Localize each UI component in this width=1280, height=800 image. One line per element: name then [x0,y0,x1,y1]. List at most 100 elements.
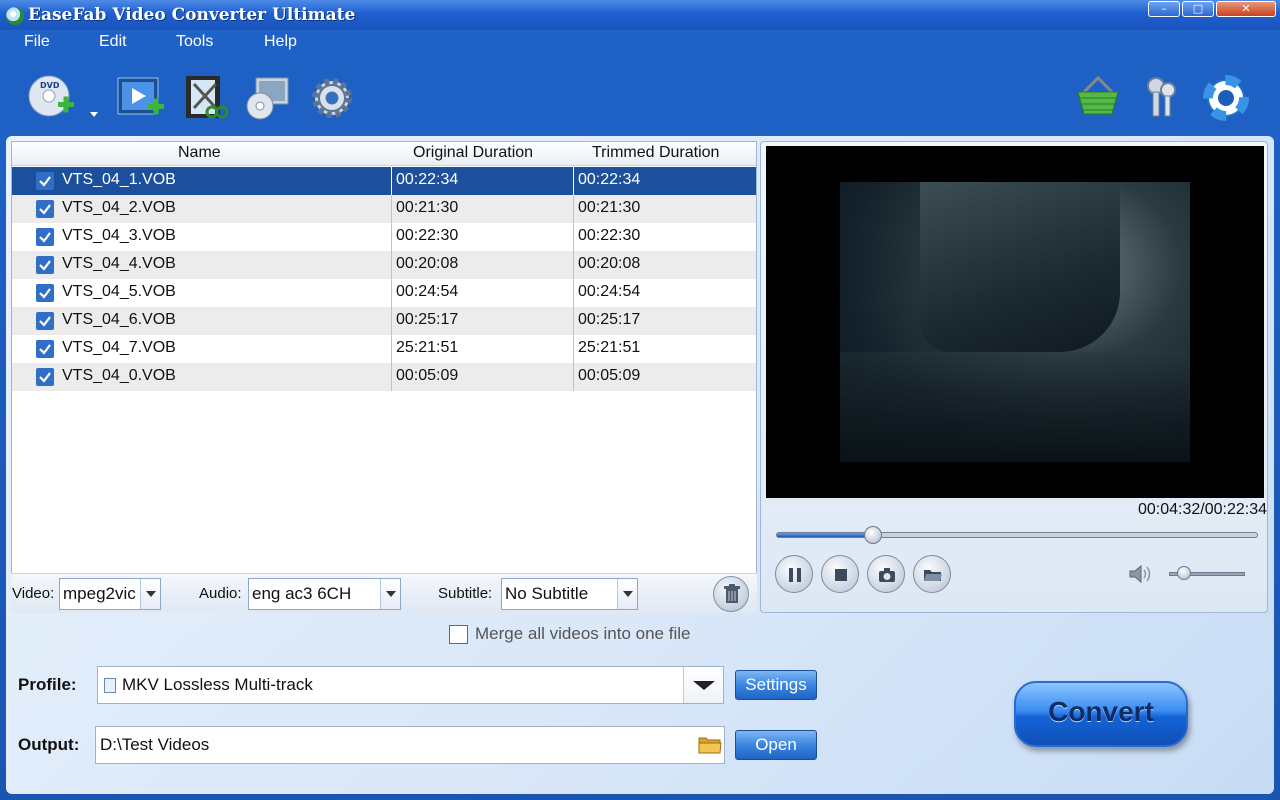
file-name-cell: VTS_04_7.VOB [62,339,176,356]
row-checkbox[interactable] [36,172,54,190]
close-button[interactable]: ✕ [1216,1,1276,17]
output-path-value: D:\Test Videos [100,735,210,754]
profile-select[interactable]: MKV Lossless Multi-track [97,666,724,704]
shop-basket-icon[interactable] [1074,74,1124,122]
minimize-button[interactable]: – [1148,1,1180,17]
table-row[interactable]: VTS_04_3.VOB 00:22:30 00:22:30 [12,223,756,251]
column-trimmed-duration-header[interactable]: Trimmed Duration [592,144,719,162]
original-duration-cell: 00:22:34 [396,171,459,188]
window-title: EaseFab Video Converter Ultimate [28,5,356,25]
track-selector-bar: Video: mpeg2vic Audio: eng ac3 6CH Subti… [11,573,757,613]
table-row[interactable]: VTS_04_0.VOB 00:05:09 00:05:09 [12,363,756,391]
settings-gear-icon[interactable] [308,74,358,122]
subtitle-select[interactable]: No Subtitle [501,578,638,610]
trimmed-duration-cell: 00:22:30 [578,227,641,244]
help-lifebuoy-icon[interactable] [1202,74,1252,122]
table-row[interactable]: VTS_04_4.VOB 00:20:08 00:20:08 [12,251,756,279]
stop-button[interactable] [821,555,859,593]
column-divider [573,251,574,279]
pause-button[interactable] [775,555,813,593]
menu-tools[interactable]: Tools [176,33,213,51]
column-original-duration-header[interactable]: Original Duration [413,144,533,162]
column-divider [391,251,392,279]
trimmed-duration-cell: 00:22:34 [578,171,641,188]
delete-trash-icon[interactable] [713,576,749,612]
original-duration-cell: 00:05:09 [396,367,459,384]
column-divider [573,335,574,363]
seek-thumb[interactable] [864,526,883,544]
chevron-down-icon[interactable] [380,579,400,609]
original-duration-cell: 00:25:17 [396,311,459,328]
menu-edit[interactable]: Edit [99,33,127,51]
maximize-button[interactable]: □ [1182,1,1214,17]
chevron-down-icon[interactable] [140,579,160,609]
load-dvd-icon[interactable]: DVD [26,74,76,122]
column-divider [573,223,574,251]
original-duration-cell: 00:20:08 [396,255,459,272]
file-name-cell: VTS_04_6.VOB [62,311,176,328]
column-divider [573,279,574,307]
table-row[interactable]: VTS_04_2.VOB 00:21:30 00:21:30 [12,195,756,223]
column-divider [573,195,574,223]
row-checkbox[interactable] [36,256,54,274]
seek-slider[interactable] [776,526,1258,544]
output-path-field[interactable]: D:\Test Videos [95,726,725,764]
chevron-down-icon[interactable] [683,667,723,703]
row-checkbox[interactable] [36,368,54,386]
table-row[interactable]: VTS_04_5.VOB 00:24:54 00:24:54 [12,279,756,307]
video-preview[interactable] [766,146,1264,498]
snapshot-camera-icon[interactable] [867,555,905,593]
row-checkbox[interactable] [36,200,54,218]
convert-button[interactable]: Convert [1014,681,1188,747]
audio-track-value: eng ac3 6CH [252,584,352,603]
toolbar: DVD [0,56,1280,136]
menu-bar: File Edit Tools Help [0,30,1280,56]
settings-button[interactable]: Settings [735,670,817,700]
dvd-dropdown-icon[interactable] [86,74,102,122]
video-frame [840,182,1190,462]
edit-video-icon[interactable] [182,74,232,122]
table-row[interactable]: VTS_04_1.VOB 00:22:34 00:22:34 [12,167,756,195]
row-checkbox[interactable] [36,312,54,330]
browse-folder-icon[interactable] [698,735,722,755]
column-name-header[interactable]: Name [178,144,221,162]
original-duration-cell: 00:24:54 [396,283,459,300]
profile-label: Profile: [18,675,77,694]
output-label: Output: [18,735,80,754]
original-duration-cell: 00:21:30 [396,199,459,216]
menu-file[interactable]: File [24,33,50,51]
seek-progress [777,533,874,537]
row-checkbox[interactable] [36,284,54,302]
playback-timecode: 00:04:32/00:22:34 [1137,501,1267,518]
trimmed-duration-cell: 00:25:17 [578,311,641,328]
audio-track-select[interactable]: eng ac3 6CH [248,578,401,610]
chevron-down-icon[interactable] [617,579,637,609]
row-checkbox[interactable] [36,228,54,246]
svg-text:DVD: DVD [40,81,60,90]
file-name-cell: VTS_04_4.VOB [62,255,176,272]
file-format-icon [104,678,116,693]
register-keys-icon[interactable] [1138,74,1188,122]
file-list: Name Original Duration Trimmed Duration … [11,141,757,613]
merge-disc-icon[interactable] [242,74,292,122]
file-name-cell: VTS_04_3.VOB [62,227,176,244]
table-row[interactable]: VTS_04_6.VOB 00:25:17 00:25:17 [12,307,756,335]
table-row[interactable]: VTS_04_7.VOB 25:21:51 25:21:51 [12,335,756,363]
original-duration-cell: 25:21:51 [396,339,459,356]
column-divider [573,167,574,195]
trimmed-duration-cell: 25:21:51 [578,339,641,356]
menu-help[interactable]: Help [264,33,297,51]
video-track-label: Video: [12,585,55,602]
volume-speaker-icon[interactable] [1127,562,1155,590]
title-bar: EaseFab Video Converter Ultimate – □ ✕ [0,0,1280,30]
open-folder-icon[interactable] [913,555,951,593]
volume-thumb[interactable] [1177,566,1192,580]
merge-checkbox[interactable] [449,625,468,644]
open-button[interactable]: Open [735,730,817,760]
column-divider [391,307,392,335]
file-name-cell: VTS_04_5.VOB [62,283,176,300]
add-video-icon[interactable] [116,74,166,122]
row-checkbox[interactable] [36,340,54,358]
subtitle-track-label: Subtitle: [438,585,493,602]
video-track-select[interactable]: mpeg2vic [59,578,161,610]
